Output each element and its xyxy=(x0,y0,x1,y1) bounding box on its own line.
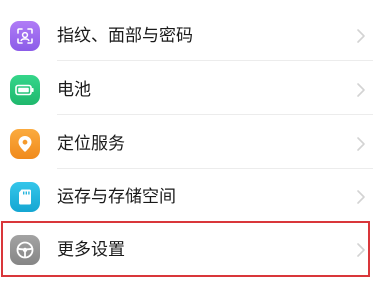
chevron-right-icon xyxy=(357,190,365,204)
settings-item-fingerprint-face-password[interactable]: 指纹、面部与密码 xyxy=(0,9,373,63)
settings-item-label: 定位服务 xyxy=(57,134,125,154)
chevron-right-icon xyxy=(357,83,365,97)
settings-item-label: 运存与存储空间 xyxy=(57,187,176,207)
battery-icon xyxy=(10,75,40,105)
chevron-right-icon xyxy=(357,29,365,43)
settings-item-label: 电池 xyxy=(57,80,91,100)
divider xyxy=(57,60,373,61)
fingerprint-face-icon xyxy=(10,21,40,51)
settings-item-location-services[interactable]: 定位服务 xyxy=(0,117,373,171)
settings-item-label: 指纹、面部与密码 xyxy=(57,26,193,46)
settings-item-more-settings[interactable]: 更多设置 xyxy=(0,223,373,277)
location-pin-icon xyxy=(10,129,40,159)
settings-list: 指纹、面部与密码 电池 定位服务 运存与存储空间 更多设置 xyxy=(0,0,373,283)
chevron-right-icon xyxy=(357,243,365,257)
sd-card-icon xyxy=(10,182,40,212)
divider xyxy=(57,168,373,169)
settings-item-label: 更多设置 xyxy=(57,240,125,260)
chevron-right-icon xyxy=(357,137,365,151)
settings-item-battery[interactable]: 电池 xyxy=(0,63,373,117)
divider xyxy=(57,114,373,115)
steering-wheel-icon xyxy=(10,235,40,265)
settings-item-memory-storage[interactable]: 运存与存储空间 xyxy=(0,171,373,225)
